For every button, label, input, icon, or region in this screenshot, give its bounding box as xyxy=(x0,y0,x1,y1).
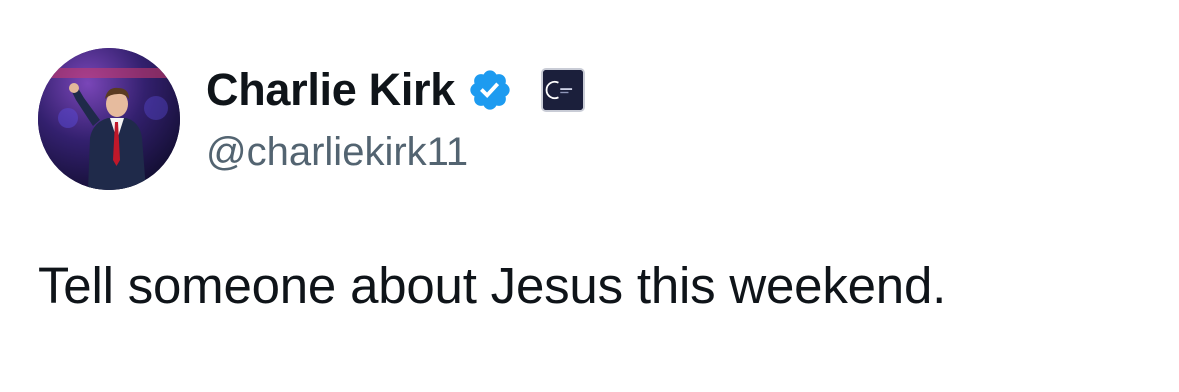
author-avatar[interactable] xyxy=(38,48,180,190)
tweet-text: Tell someone about Jesus this weekend. xyxy=(38,257,947,314)
tweet-card[interactable]: Charlie Kirk @charliekirk11 Tell someone… xyxy=(0,0,1179,392)
author-display-name[interactable]: Charlie Kirk xyxy=(206,64,455,116)
avatar-photo xyxy=(38,48,180,190)
organization-affiliate-badge-icon[interactable] xyxy=(541,68,585,112)
verified-badge-icon[interactable] xyxy=(467,67,513,113)
author-handle[interactable]: @charliekirk11 xyxy=(206,130,468,175)
author-name-row: Charlie Kirk xyxy=(206,60,585,120)
